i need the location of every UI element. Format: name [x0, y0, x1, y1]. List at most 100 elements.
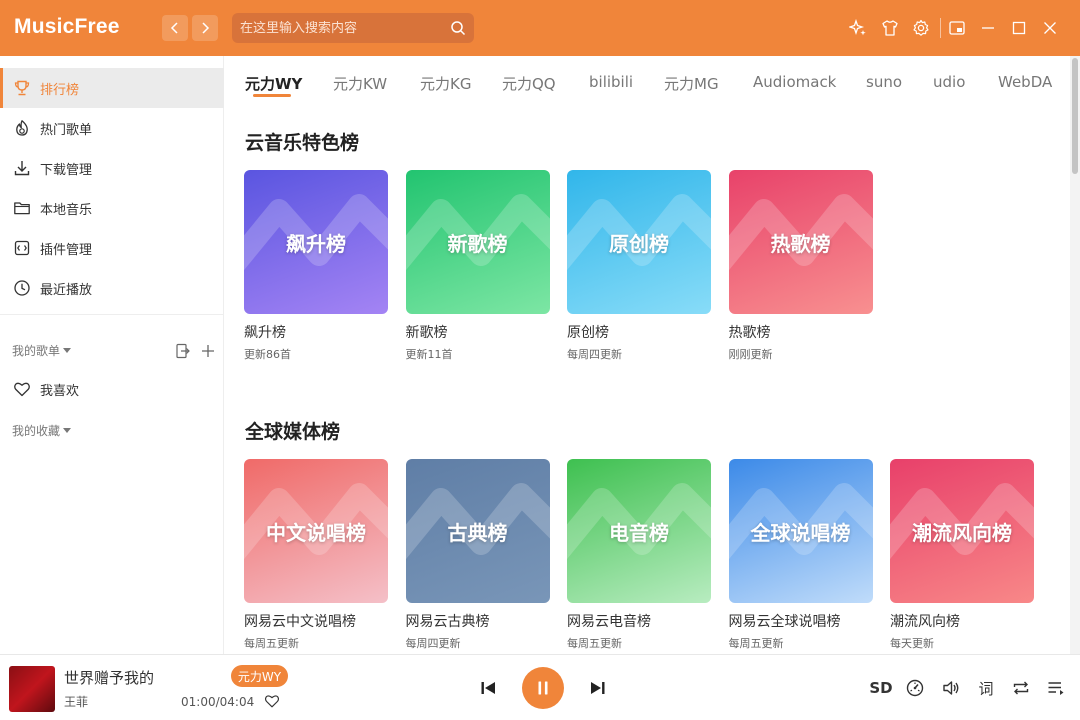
sidebar-item-local-music[interactable]: 本地音乐	[0, 188, 224, 228]
sidebar-item-plugins[interactable]: 插件管理	[0, 228, 224, 268]
my-collections-label: 我的收藏	[12, 424, 61, 438]
sidebar-item-label: 我喜欢	[40, 383, 80, 399]
playlist-button[interactable]	[1045, 677, 1067, 699]
chart-update-info: 每周五更新	[567, 637, 622, 650]
sparkle-button[interactable]	[848, 18, 868, 38]
chart-cover[interactable]: 飙升榜	[244, 170, 388, 314]
close-button[interactable]	[1040, 18, 1060, 38]
chart-cover[interactable]: 新歌榜	[405, 170, 550, 314]
search-input[interactable]	[240, 20, 440, 36]
section-title: 全球媒体榜	[245, 421, 341, 443]
next-button[interactable]	[587, 677, 609, 699]
add-playlist-icon[interactable]	[199, 342, 217, 360]
plugin-icon	[12, 238, 32, 258]
mini-mode-button[interactable]	[947, 18, 967, 38]
forward-button[interactable]	[192, 15, 218, 41]
chart-name[interactable]: 网易云全球说唱榜	[729, 611, 873, 631]
chart-name[interactable]: 潮流风向榜	[890, 611, 1034, 631]
chart-cover[interactable]: 古典榜	[405, 459, 550, 603]
chart-cover[interactable]: 中文说唱榜	[244, 459, 388, 603]
chart-name[interactable]: 飙升榜	[244, 322, 388, 342]
chart-cover[interactable]: 电音榜	[567, 459, 711, 603]
sidebar-item-label: 热门歌单	[40, 122, 93, 138]
song-artist[interactable]: 王菲	[64, 693, 88, 710]
sidebar-item-charts[interactable]: 排行榜	[0, 68, 224, 108]
sidebar-item-downloads[interactable]: 下载管理	[0, 148, 224, 188]
chart-cover[interactable]: 原创榜	[567, 170, 711, 314]
chart-card[interactable]: 全球说唱榜 网易云全球说唱榜 每周五更新	[728, 459, 873, 651]
tab-audiomack[interactable]: Audiomack	[753, 73, 836, 91]
tab-yuanli-kg[interactable]: 元力KG	[420, 73, 471, 94]
album-cover[interactable]	[9, 666, 55, 712]
tab-udio[interactable]: udio	[933, 73, 965, 91]
sidebar-item-favorites[interactable]: 我喜欢	[0, 369, 224, 409]
active-tab-indicator	[253, 94, 291, 97]
tab-webda[interactable]: WebDA	[998, 73, 1052, 91]
tab-bilibili[interactable]: bilibili	[589, 73, 633, 91]
theme-button[interactable]	[880, 18, 900, 38]
minimize-icon	[982, 27, 994, 29]
chart-name[interactable]: 网易云电音榜	[567, 611, 711, 631]
chart-name[interactable]: 原创榜	[567, 322, 711, 342]
chart-card[interactable]: 原创榜 原创榜 每周四更新	[567, 170, 711, 362]
folder-icon	[12, 198, 32, 218]
sidebar-item-label: 最近播放	[40, 282, 93, 298]
chart-name[interactable]: 热歌榜	[729, 322, 873, 342]
my-playlists-header[interactable]: 我的歌单	[12, 342, 72, 359]
scrollbar-thumb[interactable]	[1072, 58, 1078, 174]
my-playlists-label: 我的歌单	[12, 344, 61, 358]
chart-cover-text: 电音榜	[609, 520, 669, 545]
chart-card[interactable]: 飙升榜 飙升榜 更新86首	[244, 170, 388, 362]
sparkle-icon	[849, 19, 866, 36]
chart-card[interactable]: 热歌榜 热歌榜 刚刚更新	[728, 170, 873, 362]
download-icon	[12, 158, 32, 178]
source-tabs: 元力WY 元力KW 元力KG 元力QQ bilibili 元力MG Audiom…	[225, 56, 1070, 108]
sidebar-item-hot-playlists[interactable]: 热门歌单	[0, 108, 224, 148]
chart-cover[interactable]: 潮流风向榜	[890, 459, 1034, 603]
repeat-mode-button[interactable]	[1010, 677, 1032, 699]
tab-yuanli-mg[interactable]: 元力MG	[664, 73, 719, 94]
my-collections-header[interactable]: 我的收藏	[12, 422, 72, 439]
tab-yuanli-wy[interactable]: 元力WY	[245, 73, 302, 94]
main-content: 元力WY 元力KW 元力KG 元力QQ bilibili 元力MG Audiom…	[225, 56, 1070, 654]
chart-card[interactable]: 新歌榜 新歌榜 更新11首	[405, 170, 550, 362]
lyrics-button[interactable]: 词	[975, 677, 997, 699]
chart-name[interactable]: 网易云古典榜	[406, 611, 550, 631]
volume-button[interactable]	[940, 677, 962, 699]
tab-yuanli-kw[interactable]: 元力KW	[333, 73, 387, 94]
play-pause-button[interactable]	[522, 667, 564, 709]
section-title: 云音乐特色榜	[245, 132, 360, 154]
source-badge: 元力WY	[231, 665, 288, 687]
sidebar-item-label: 排行榜	[40, 82, 80, 98]
chart-cover[interactable]: 全球说唱榜	[728, 459, 873, 603]
chart-card[interactable]: 电音榜网易云电音榜每周五更新	[567, 459, 711, 651]
maximize-button[interactable]	[1009, 18, 1029, 38]
chart-card[interactable]: 潮流风向榜 潮流风向榜 每天更新	[890, 459, 1034, 651]
gear-icon	[913, 19, 929, 36]
chart-name[interactable]: 新歌榜	[406, 322, 550, 342]
song-title[interactable]: 世界赠予我的	[64, 667, 154, 688]
chart-update-info: 每周四更新	[405, 637, 461, 650]
app-logo: MusicFree	[14, 15, 120, 38]
quality-button[interactable]: SD	[869, 677, 893, 699]
minimize-button[interactable]	[978, 18, 998, 38]
sound-effect-button[interactable]	[904, 677, 926, 699]
chart-cover-text: 古典榜	[447, 520, 508, 545]
search-icon[interactable]	[450, 20, 466, 36]
sidebar-item-recent[interactable]: 最近播放	[0, 268, 224, 308]
chart-cover[interactable]: 热歌榜	[728, 170, 873, 314]
chart-card[interactable]: 古典榜网易云古典榜每周四更新	[405, 459, 550, 651]
tab-suno[interactable]: suno	[866, 73, 902, 91]
chart-card[interactable]: 中文说唱榜 网易云中文说唱榜 每周五更新	[244, 459, 388, 651]
heart-icon[interactable]	[264, 693, 280, 709]
scrollbar[interactable]	[1070, 56, 1080, 654]
sidebar-item-label: 本地音乐	[40, 202, 93, 218]
player-bar: 世界赠予我的 王菲 元力WY 01:00/04:04 SD 词	[0, 654, 1080, 720]
tab-yuanli-qq[interactable]: 元力QQ	[502, 73, 556, 94]
chart-name[interactable]: 网易云中文说唱榜	[244, 611, 388, 631]
back-button[interactable]	[162, 15, 188, 41]
previous-button[interactable]	[477, 677, 499, 699]
search-box[interactable]	[232, 13, 474, 43]
settings-button[interactable]	[911, 18, 931, 38]
import-playlist-icon[interactable]	[174, 342, 192, 360]
